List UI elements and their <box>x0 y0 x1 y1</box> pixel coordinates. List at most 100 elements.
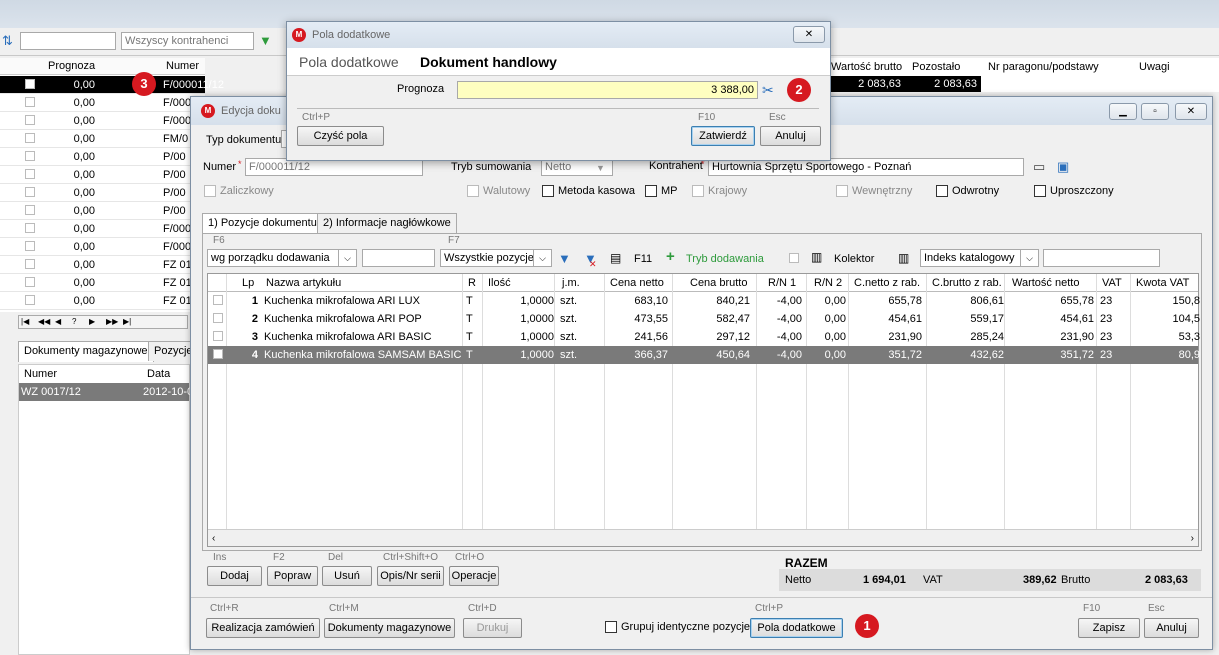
indeks-search-input[interactable] <box>1043 249 1160 267</box>
row-checkbox[interactable] <box>25 151 35 161</box>
row-checkbox[interactable] <box>213 331 223 341</box>
column-header-vat[interactable]: VAT <box>1102 277 1122 289</box>
scroll-right-icon[interactable]: › <box>1191 532 1194 546</box>
action-button-2[interactable]: Usuń <box>322 566 372 586</box>
column-header-jm[interactable]: j.m. <box>562 277 580 289</box>
table-row[interactable]: 0,00 F/000011/12 <box>0 76 224 94</box>
column-header-cb[interactable]: Cena brutto <box>690 277 747 289</box>
row-checkbox[interactable] <box>25 205 35 215</box>
chevron-down-icon[interactable]: ⌵ <box>338 250 356 266</box>
column-header[interactable]: Numer <box>24 368 57 380</box>
close-icon[interactable]: ✕ <box>793 26 825 43</box>
nav-button[interactable]: ▶| <box>123 317 131 326</box>
row-checkbox[interactable] <box>25 79 35 89</box>
popup-titlebar[interactable]: M Pola dodatkowe ✕ <box>287 22 830 48</box>
action-button-0[interactable]: Dodaj <box>207 566 262 586</box>
wewnetrzny-checkbox[interactable] <box>836 185 848 197</box>
row-checkbox[interactable] <box>25 259 35 269</box>
scroll-left-icon[interactable]: ‹ <box>212 532 215 546</box>
plus-icon[interactable]: + <box>666 249 675 264</box>
tab-informacje-naglowkowe[interactable]: 2) Informacje nagłówkowe <box>317 213 457 233</box>
drukuj-button[interactable]: Drukuj <box>463 618 522 638</box>
action-button-3[interactable]: Opis/Nr serii <box>377 566 444 586</box>
table-row[interactable]: WZ 0017/12 2012-10-0 <box>19 383 193 401</box>
chevron-down-icon[interactable]: ⌵ <box>533 250 551 266</box>
table-row[interactable]: 0,00 F/000 <box>0 220 205 238</box>
kolektor-checkbox[interactable] <box>789 253 799 263</box>
chevron-down-icon[interactable]: ⌵ <box>1020 250 1038 266</box>
column-header[interactable]: Prognoza <box>48 60 95 72</box>
column-header[interactable]: Nr paragonu/podstawy <box>988 61 1099 73</box>
column-header-wn[interactable]: Wartość netto <box>1012 277 1079 289</box>
chevron-down-icon[interactable]: ▼ <box>596 161 605 175</box>
nav-button[interactable]: ▶ <box>89 317 95 326</box>
anuluj-button[interactable]: Anuluj <box>1144 618 1199 638</box>
walutowy-checkbox[interactable] <box>467 185 479 197</box>
column-header-rn2[interactable]: R/N 2 <box>814 277 842 289</box>
table-row[interactable]: 0,00 F/000 <box>0 94 205 112</box>
horizontal-scrollbar[interactable]: ‹ › <box>208 529 1198 546</box>
sort-search-input[interactable] <box>362 249 435 267</box>
tryb-dodawania-link[interactable]: Tryb dodawania <box>686 253 764 265</box>
nav-button[interactable]: |◀ <box>21 317 29 326</box>
row-checkbox[interactable] <box>25 277 35 287</box>
table-row[interactable]: 0,00 FZ 01 <box>0 274 205 292</box>
contractors-filter[interactable]: Wszyscy kontrahenci <box>121 32 254 50</box>
table-row[interactable]: 2 Kuchenka mikrofalowa ARI POP T 1,0000 szt.… <box>208 310 1200 328</box>
table-row[interactable]: 4 Kuchenka mikrofalowa SAMSAM BASIC T 1,000… <box>208 346 1200 364</box>
czysc-pola-button[interactable]: Czyść pola <box>297 126 384 146</box>
table-row[interactable]: 2 083,63 2 083,63 <box>827 76 981 92</box>
scissors-icon[interactable]: ✂ <box>762 83 774 97</box>
column-header-nazwa[interactable]: Nazwa artykułu <box>266 277 341 289</box>
column-header[interactable]: Pozostało <box>912 61 960 73</box>
table-row[interactable]: 0,00 FZ 01 <box>0 256 205 274</box>
maximize-button[interactable]: ▫ <box>1141 103 1169 120</box>
realizacja-zamowien-button[interactable]: Realizacja zamówień <box>206 618 320 638</box>
zaliczkowy-checkbox[interactable] <box>204 185 216 197</box>
row-checkbox[interactable] <box>25 97 35 107</box>
column-header-cbr[interactable]: C.brutto z rab. <box>932 277 1002 289</box>
pola-dodatkowe-button[interactable]: Pola dodatkowe <box>750 618 843 638</box>
table-row[interactable]: 0,00 P/00 <box>0 202 205 220</box>
column-header-rn1[interactable]: R/N 1 <box>768 277 796 289</box>
row-checkbox[interactable] <box>213 349 223 359</box>
action-button-4[interactable]: Operacje <box>449 566 499 586</box>
zapisz-button[interactable]: Zapisz <box>1078 618 1140 638</box>
row-checkbox[interactable] <box>25 169 35 179</box>
table-row[interactable]: 0,00 FZ 01 <box>0 292 205 310</box>
uproszczony-checkbox[interactable] <box>1034 185 1046 197</box>
dokumenty-magazynowe-button[interactable]: Dokumenty magazynowe <box>324 618 455 638</box>
row-checkbox[interactable] <box>25 223 35 233</box>
row-checkbox[interactable] <box>25 187 35 197</box>
barcode-icon[interactable]: ▥ <box>898 251 909 265</box>
nav-button[interactable]: ▶▶ <box>106 317 118 326</box>
column-header-cnr[interactable]: C.netto z rab. <box>854 277 920 289</box>
search-input[interactable] <box>20 32 116 50</box>
close-icon[interactable]: ✕ <box>1175 103 1207 120</box>
filter-icon[interactable]: ▼ <box>558 252 571 266</box>
sort-arrow-icon[interactable]: ⇅ <box>2 34 13 48</box>
barcode-icon[interactable]: ▥ <box>811 250 822 264</box>
column-header-kv[interactable]: Kwota VAT <box>1136 277 1189 289</box>
action-button-1[interactable]: Popraw <box>267 566 318 586</box>
nav-button[interactable]: ◀◀ <box>38 317 50 326</box>
column-header-lp[interactable]: Lp <box>242 277 254 289</box>
table-row[interactable]: 0,00 F/000 <box>0 112 205 130</box>
row-checkbox[interactable] <box>25 133 35 143</box>
column-header-ilosc[interactable]: Ilość <box>488 277 511 289</box>
table-row[interactable]: 0,00 P/00 <box>0 184 205 202</box>
row-checkbox[interactable] <box>25 241 35 251</box>
contact-card-icon[interactable]: ▣ <box>1057 160 1069 174</box>
column-header[interactable]: Numer <box>166 60 199 72</box>
filter-icon[interactable]: ▼ <box>259 34 272 48</box>
grupuj-checkbox[interactable] <box>605 621 617 633</box>
row-checkbox[interactable] <box>25 115 35 125</box>
row-checkbox[interactable] <box>213 313 223 323</box>
tab-pozycje-dokumentu[interactable]: 1) Pozycje dokumentu <box>202 213 323 234</box>
keyboard-icon[interactable]: ▤ <box>610 251 621 265</box>
tab-dokumenty-magazynowe[interactable]: Dokumenty magazynowe <box>18 341 154 362</box>
minimize-button[interactable]: ▁ <box>1109 103 1137 120</box>
row-checkbox[interactable] <box>213 295 223 305</box>
table-row[interactable]: 0,00 P/00 <box>0 166 205 184</box>
popup-anuluj-button[interactable]: Anuluj <box>760 126 821 146</box>
